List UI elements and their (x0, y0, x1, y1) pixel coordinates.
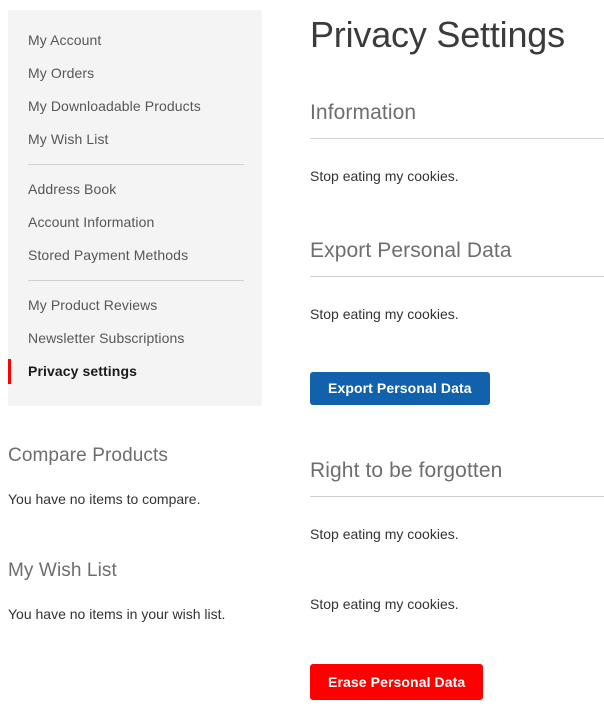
sidebar-link-privacy-settings[interactable]: Privacy settings (28, 363, 137, 380)
sidebar-link-account-information[interactable]: Account Information (28, 214, 154, 231)
privacy-settings-page: My Account My Orders My Downloadable Pro… (0, 0, 604, 721)
erase-personal-data-button[interactable]: Erase Personal Data (310, 664, 484, 700)
sidebar-item-privacy-settings[interactable]: Privacy settings (8, 355, 262, 388)
compare-products-title: Compare Products (8, 445, 169, 466)
sidebar-divider-2 (28, 280, 244, 281)
wish-list-title: My Wish List (8, 560, 117, 581)
sidebar-link-my-account[interactable]: My Account (28, 32, 101, 49)
sidebar-item-my-orders[interactable]: My Orders (8, 57, 262, 90)
sidebar-link-my-orders[interactable]: My Orders (28, 65, 94, 82)
sidebar-item-my-account[interactable]: My Account (8, 24, 262, 57)
sidebar-item-address-book[interactable]: Address Book (8, 173, 262, 206)
forgotten-block-text-1: Stop eating my cookies. (310, 526, 459, 542)
erase-button-wrapper: Erase Personal Data (310, 664, 484, 700)
export-block-text: Stop eating my cookies. (310, 306, 459, 322)
export-block-title: Export Personal Data (310, 237, 604, 277)
export-personal-data-block: Export Personal Data Stop eating my cook… (310, 237, 604, 323)
sidebar-link-newsletter-subscriptions[interactable]: Newsletter Subscriptions (28, 330, 184, 347)
sidebar-divider-1 (28, 164, 244, 165)
sidebar-item-account-information[interactable]: Account Information (8, 206, 262, 239)
main-content: Privacy Settings Information Stop eating… (310, 0, 604, 721)
account-sidebar-nav: My Account My Orders My Downloadable Pro… (8, 10, 262, 406)
sidebar-link-my-product-reviews[interactable]: My Product Reviews (28, 297, 157, 314)
sidebar-item-my-downloadable-products[interactable]: My Downloadable Products (8, 90, 262, 123)
page-title: Privacy Settings (310, 14, 565, 55)
export-personal-data-button[interactable]: Export Personal Data (310, 372, 490, 405)
compare-products-empty-text: You have no items to compare. (8, 491, 201, 507)
information-block: Information Stop eating my cookies. (310, 99, 604, 185)
sidebar-item-my-wish-list[interactable]: My Wish List (8, 123, 262, 156)
wish-list-empty-text: You have no items in your wish list. (8, 606, 226, 622)
sidebar-item-newsletter-subscriptions[interactable]: Newsletter Subscriptions (8, 322, 262, 355)
forgotten-block-title: Right to be forgotten (310, 457, 604, 497)
information-block-title: Information (310, 99, 604, 139)
sidebar-item-my-product-reviews[interactable]: My Product Reviews (8, 289, 262, 322)
information-block-text: Stop eating my cookies. (310, 168, 459, 184)
compare-products-block: Compare Products You have no items to co… (8, 443, 268, 508)
export-button-wrapper: Export Personal Data (310, 372, 490, 405)
sidebar-item-stored-payment-methods[interactable]: Stored Payment Methods (8, 239, 262, 272)
sidebar-link-my-downloadable-products[interactable]: My Downloadable Products (28, 98, 201, 115)
sidebar-link-address-book[interactable]: Address Book (28, 181, 116, 198)
sidebar-nav-list: My Account My Orders My Downloadable Pro… (8, 24, 262, 388)
right-to-be-forgotten-block: Right to be forgotten Stop eating my coo… (310, 457, 604, 613)
sidebar-link-stored-payment-methods[interactable]: Stored Payment Methods (28, 247, 188, 264)
sidebar-link-my-wish-list[interactable]: My Wish List (28, 131, 109, 148)
forgotten-block-text-2: Stop eating my cookies. (310, 596, 459, 612)
wish-list-block: My Wish List You have no items in your w… (8, 558, 268, 623)
